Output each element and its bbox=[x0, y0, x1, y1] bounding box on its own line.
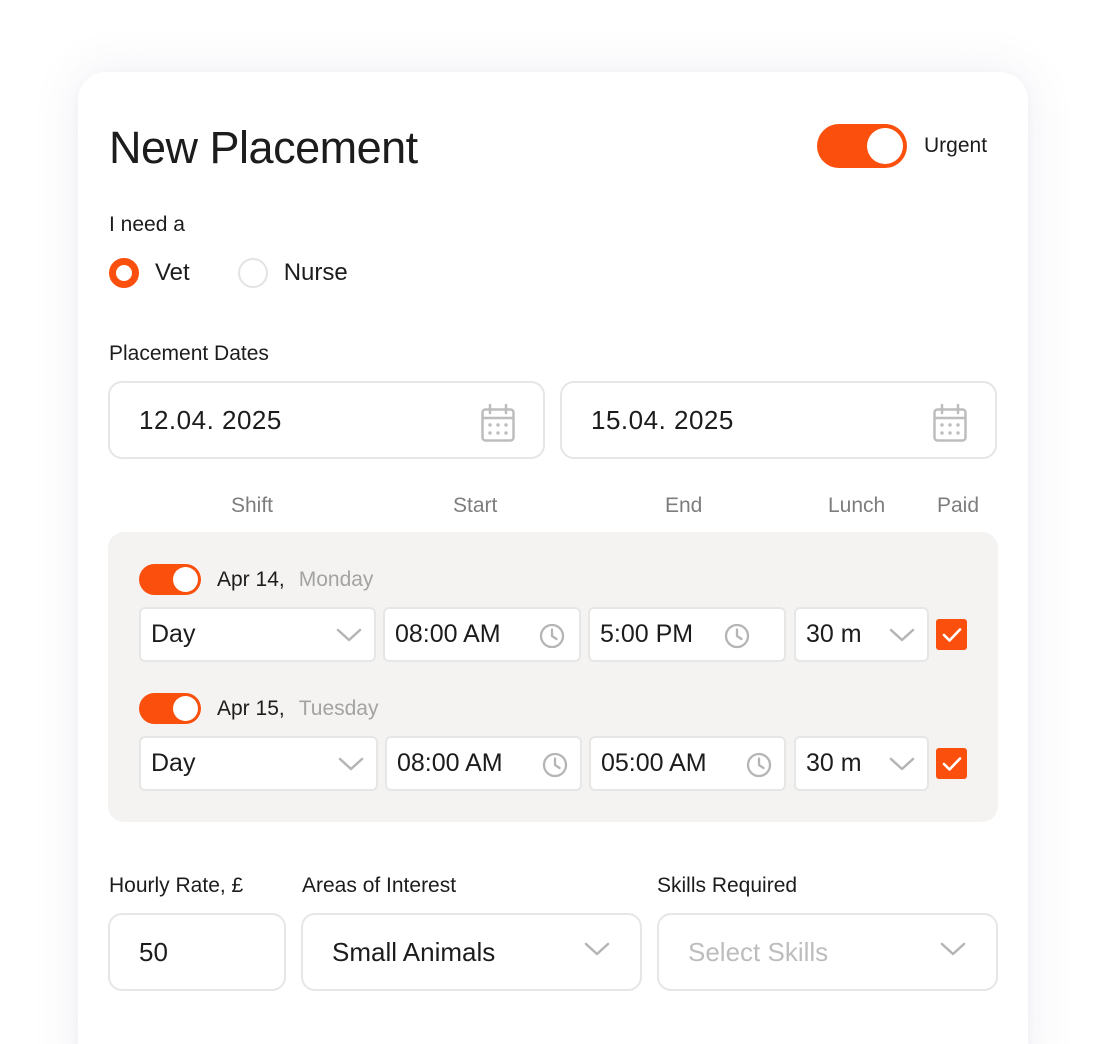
hourly-rate-value: 50 bbox=[139, 936, 168, 967]
toggle-knob bbox=[173, 696, 198, 721]
page-title: New Placement bbox=[109, 122, 418, 173]
shift-schedule-panel: Apr 14, Monday Day 08:00 AM 5:00 PM 30 m bbox=[108, 532, 998, 822]
shift-select[interactable]: Day bbox=[139, 736, 378, 791]
day-date: Apr 15, bbox=[217, 696, 285, 720]
areas-of-interest-value: Small Animals bbox=[332, 936, 496, 967]
lunch-select-value: 30 m bbox=[806, 749, 862, 777]
radio-nurse-label[interactable]: Nurse bbox=[284, 259, 348, 287]
day-header: Apr 15, Tuesday bbox=[139, 693, 378, 724]
chevron-down-icon bbox=[889, 628, 915, 642]
column-header-lunch: Lunch bbox=[828, 494, 886, 517]
end-date-field[interactable]: 15.04. 2025 bbox=[560, 381, 997, 459]
role-label: I need a bbox=[109, 213, 185, 236]
placement-dates-label: Placement Dates bbox=[109, 342, 269, 365]
day-enabled-toggle[interactable] bbox=[139, 564, 201, 595]
toggle-knob bbox=[173, 567, 198, 592]
skills-placeholder: Select Skills bbox=[688, 936, 829, 967]
start-date-value: 12.04. 2025 bbox=[139, 404, 282, 435]
shift-select-value: Day bbox=[151, 749, 196, 777]
column-header-end: End bbox=[665, 494, 703, 517]
shift-select-value: Day bbox=[151, 620, 196, 648]
radio-vet[interactable] bbox=[109, 258, 139, 288]
hourly-rate-input[interactable]: 50 bbox=[108, 913, 286, 991]
urgent-toggle[interactable] bbox=[817, 124, 907, 168]
end-time-value: 5:00 PM bbox=[600, 620, 694, 648]
clock-icon bbox=[746, 752, 772, 778]
skills-required-label: Skills Required bbox=[657, 874, 798, 897]
radio-nurse[interactable] bbox=[237, 258, 268, 288]
end-time-input[interactable]: 5:00 PM bbox=[588, 607, 786, 662]
hourly-rate-label: Hourly Rate, £ bbox=[109, 874, 244, 897]
areas-of-interest-label: Areas of Interest bbox=[302, 874, 457, 897]
paid-checkbox[interactable] bbox=[936, 748, 967, 779]
urgent-toggle-group: Urgent bbox=[817, 124, 987, 168]
start-time-value: 08:00 AM bbox=[395, 620, 501, 648]
clock-icon bbox=[724, 623, 750, 649]
day-date: Apr 14, bbox=[217, 567, 285, 591]
chevron-down-icon bbox=[336, 628, 362, 642]
day-header: Apr 14, Monday bbox=[139, 564, 373, 595]
clock-icon bbox=[542, 752, 568, 778]
lunch-select[interactable]: 30 m bbox=[794, 736, 929, 791]
column-header-shift: Shift bbox=[231, 494, 274, 517]
end-time-value: 05:00 AM bbox=[601, 749, 707, 777]
lunch-select[interactable]: 30 m bbox=[794, 607, 929, 662]
day-enabled-toggle[interactable] bbox=[139, 693, 201, 724]
shift-select[interactable]: Day bbox=[139, 607, 376, 662]
chevron-down-icon bbox=[584, 942, 610, 956]
chevron-down-icon bbox=[338, 757, 364, 771]
checkmark-icon bbox=[942, 627, 961, 642]
areas-of-interest-select[interactable]: Small Animals bbox=[301, 913, 642, 991]
paid-checkbox[interactable] bbox=[936, 619, 967, 650]
calendar-icon[interactable] bbox=[932, 403, 968, 443]
chevron-down-icon bbox=[889, 757, 915, 771]
checkmark-icon bbox=[942, 756, 961, 771]
role-radio-group: Vet Nurse bbox=[109, 258, 348, 288]
column-header-start: Start bbox=[453, 494, 498, 517]
chevron-down-icon bbox=[940, 942, 966, 956]
start-time-input[interactable]: 08:00 AM bbox=[385, 736, 582, 791]
clock-icon bbox=[539, 623, 565, 649]
radio-vet-label[interactable]: Vet bbox=[155, 259, 190, 287]
start-date-field[interactable]: 12.04. 2025 bbox=[108, 381, 545, 459]
day-weekday: Tuesday bbox=[298, 696, 379, 720]
start-time-input[interactable]: 08:00 AM bbox=[383, 607, 581, 662]
column-header-paid: Paid bbox=[937, 494, 980, 517]
end-date-value: 15.04. 2025 bbox=[591, 404, 734, 435]
start-time-value: 08:00 AM bbox=[397, 749, 503, 777]
calendar-icon[interactable] bbox=[480, 403, 516, 443]
toggle-knob bbox=[867, 128, 903, 164]
skills-required-select[interactable]: Select Skills bbox=[657, 913, 998, 991]
lunch-select-value: 30 m bbox=[806, 620, 862, 648]
end-time-input[interactable]: 05:00 AM bbox=[589, 736, 786, 791]
new-placement-card: New Placement Urgent I need a Vet Nurse … bbox=[78, 72, 1028, 1044]
urgent-label: Urgent bbox=[924, 134, 988, 157]
day-weekday: Monday bbox=[298, 567, 374, 591]
